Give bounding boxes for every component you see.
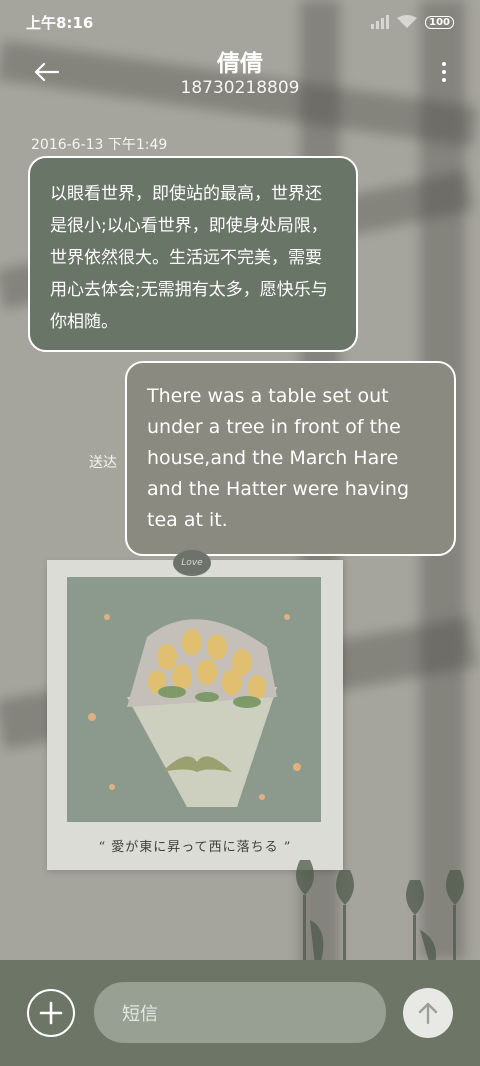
tulip-silhouette	[296, 860, 464, 965]
status-bar: 上午8:16 100	[0, 0, 480, 44]
more-vertical-icon	[442, 62, 446, 66]
delivery-status: 送达	[89, 455, 117, 471]
send-button[interactable]	[403, 988, 453, 1038]
message-timestamp: 2016-6-13 下午1:49	[31, 137, 168, 153]
arrow-up-icon	[418, 1002, 438, 1025]
received-message-text: 以眼看世界，即使站的最高，世界还是很小;以心看世界，即使身处局限，世界依然很大。…	[50, 184, 328, 332]
conversation-header: 倩倩 18730218809	[0, 44, 480, 104]
contact-name: 倩倩	[217, 51, 263, 77]
wifi-icon	[397, 15, 418, 28]
message-input-placeholder: 短信	[122, 1003, 158, 1025]
contact-phone-number: 18730218809	[180, 78, 300, 98]
add-attachment-button[interactable]	[27, 989, 75, 1037]
message-input[interactable]: 短信	[94, 982, 386, 1043]
status-indicators: 100	[371, 15, 454, 29]
signal-icon	[371, 15, 390, 29]
plus-icon	[39, 1001, 63, 1025]
battery-icon: 100	[425, 15, 454, 29]
love-tag: Love	[173, 550, 211, 576]
wallpaper-polaroid: Love “ 愛が東に昇って西に落ちる ”	[47, 550, 343, 870]
sent-message-bubble[interactable]: There was a table set out under a tree i…	[125, 361, 456, 556]
flower-bouquet-painting	[67, 577, 321, 822]
more-options-button[interactable]	[438, 58, 450, 86]
received-message-bubble[interactable]: 以眼看世界，即使站的最高，世界还是很小;以心看世界，即使身处局限，世界依然很大。…	[28, 156, 358, 352]
status-time: 上午8:16	[26, 13, 94, 32]
sent-message-text: There was a table set out under a tree i…	[147, 385, 410, 531]
message-composer: 短信	[0, 960, 480, 1066]
